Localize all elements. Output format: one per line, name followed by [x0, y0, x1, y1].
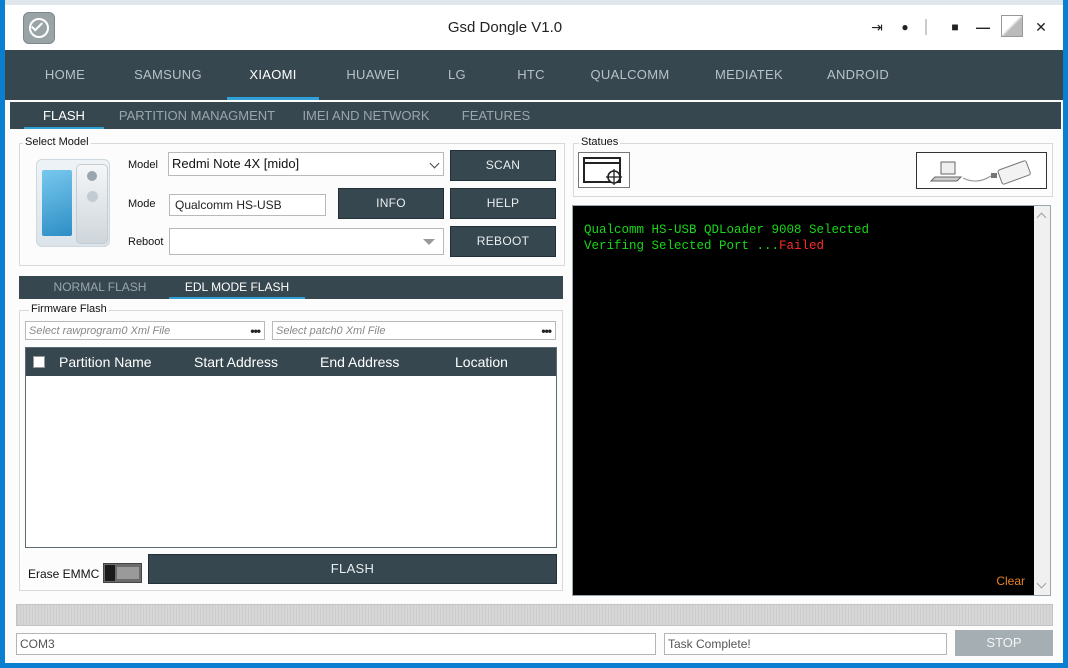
log-console[interactable]: Qualcomm HS-USB QDLoader 9008 Selected V…: [572, 205, 1051, 596]
tab-edl-mode-flash[interactable]: EDL MODE FLASH: [169, 276, 305, 299]
select-model-label: Select Model: [23, 136, 91, 148]
browse-rawprogram-icon[interactable]: •••: [250, 322, 261, 340]
patch-placeholder: Select patch0 Xml File: [276, 325, 386, 337]
partition-table: Partition Name Start Address End Address…: [25, 347, 557, 548]
tab-normal-flash[interactable]: NORMAL FLASH: [39, 276, 161, 299]
chevron-down-icon: [429, 158, 440, 169]
patch-file-input[interactable]: Select patch0 Xml File •••: [272, 321, 556, 340]
active-tab-indicator: [227, 97, 319, 100]
active-flash-tab-indicator: [169, 297, 305, 299]
tab-htc[interactable]: HTC: [501, 50, 561, 100]
flash-button[interactable]: FLASH: [148, 554, 557, 584]
scan-button[interactable]: SCAN: [450, 150, 556, 181]
model-dropdown-value: Redmi Note 4X [mido]: [172, 156, 300, 171]
partition-table-header: Partition Name Start Address End Address…: [26, 348, 556, 376]
column-start-address[interactable]: Start Address: [194, 348, 278, 376]
rawprogram-placeholder: Select rawprogram0 Xml File: [29, 325, 171, 337]
scroll-up-icon[interactable]: [1036, 212, 1047, 223]
tab-mediatek[interactable]: MEDIATEK: [700, 50, 798, 100]
task-status-field: Task Complete!: [664, 633, 947, 655]
log-line-2: Verifing Selected Port ...Failed: [584, 239, 825, 253]
title-bar: Gsd Dongle V1.0 ⇥ ● ■ — ✕: [5, 5, 1063, 50]
window-target-icon: [583, 157, 622, 185]
statues-label: Statues: [579, 136, 621, 148]
column-end-address[interactable]: End Address: [320, 348, 399, 376]
sub-nav: FLASH PARTITION MANAGMENT IMEI AND NETWO…: [10, 102, 1061, 129]
mode-field[interactable]: Qualcomm HS-USB: [169, 194, 326, 216]
tab-home[interactable]: HOME: [25, 50, 105, 100]
erase-emmc-label: Erase EMMC: [28, 567, 100, 581]
help-button[interactable]: HELP: [450, 188, 556, 219]
login-icon[interactable]: ⇥: [867, 17, 887, 37]
window-title: Gsd Dongle V1.0: [447, 19, 563, 36]
stop-button[interactable]: STOP: [955, 630, 1053, 656]
tab-lg[interactable]: LG: [427, 50, 487, 100]
window-frame-bottom: [0, 663, 1068, 668]
reboot-button[interactable]: REBOOT: [450, 226, 556, 257]
subtab-partition-managment[interactable]: PARTITION MANAGMENT: [114, 102, 280, 129]
title-divider: [925, 19, 927, 35]
tab-android[interactable]: ANDROID: [813, 50, 903, 100]
select-all-checkbox[interactable]: [33, 356, 45, 368]
dropdown-arrow-icon: [423, 239, 435, 245]
phone-image: [36, 159, 110, 247]
tab-qualcomm[interactable]: QUALCOMM: [580, 50, 680, 100]
subtab-imei-and-network[interactable]: IMEI AND NETWORK: [298, 102, 434, 129]
flash-mode-tabs: NORMAL FLASH EDL MODE FLASH: [19, 276, 563, 299]
close-icon[interactable]: ✕: [1031, 17, 1051, 37]
window-frame-left: [0, 0, 5, 668]
model-label: Model: [128, 159, 158, 171]
minimize-icon[interactable]: —: [973, 17, 993, 37]
tab-huawei[interactable]: HUAWEI: [333, 50, 413, 100]
rawprogram-file-input[interactable]: Select rawprogram0 Xml File •••: [25, 321, 265, 340]
active-subtab-indicator: [24, 127, 104, 129]
column-partition-name[interactable]: Partition Name: [59, 348, 152, 376]
tab-xiaomi[interactable]: XIAOMI: [227, 50, 319, 100]
phone-connected-icon: [916, 152, 1047, 189]
maximize-icon[interactable]: [1001, 15, 1023, 37]
browse-patch-icon[interactable]: •••: [541, 322, 552, 340]
progress-bar: [16, 604, 1053, 626]
user-icon[interactable]: ●: [895, 17, 915, 37]
subtab-flash[interactable]: FLASH: [24, 102, 104, 129]
port-status-field: COM3: [16, 633, 656, 655]
reboot-label: Reboot: [128, 236, 164, 248]
port-select-button[interactable]: [578, 152, 630, 188]
main-nav: HOME SAMSUNG XIAOMI HUAWEI LG HTC QUALCO…: [5, 50, 1063, 100]
log-line-1: Qualcomm HS-USB QDLoader 9008 Selected: [584, 223, 870, 237]
model-dropdown[interactable]: Redmi Note 4X [mido]: [168, 152, 444, 176]
chat-icon[interactable]: ■: [945, 17, 965, 37]
window-frame-right: [1063, 0, 1068, 668]
reboot-dropdown[interactable]: [169, 228, 444, 255]
column-location[interactable]: Location: [455, 348, 508, 376]
tab-samsung[interactable]: SAMSUNG: [123, 50, 213, 100]
failed-text: Failed: [779, 239, 825, 253]
clear-log-button[interactable]: Clear: [996, 574, 1025, 588]
mode-label: Mode: [128, 198, 156, 210]
scroll-down-icon[interactable]: [1036, 578, 1047, 589]
erase-emmc-toggle[interactable]: [103, 563, 142, 583]
firmware-flash-label: Firmware Flash: [29, 303, 109, 315]
info-button[interactable]: INFO: [338, 188, 444, 219]
subtab-features[interactable]: FEATURES: [456, 102, 536, 129]
console-scrollbar[interactable]: [1034, 206, 1050, 595]
